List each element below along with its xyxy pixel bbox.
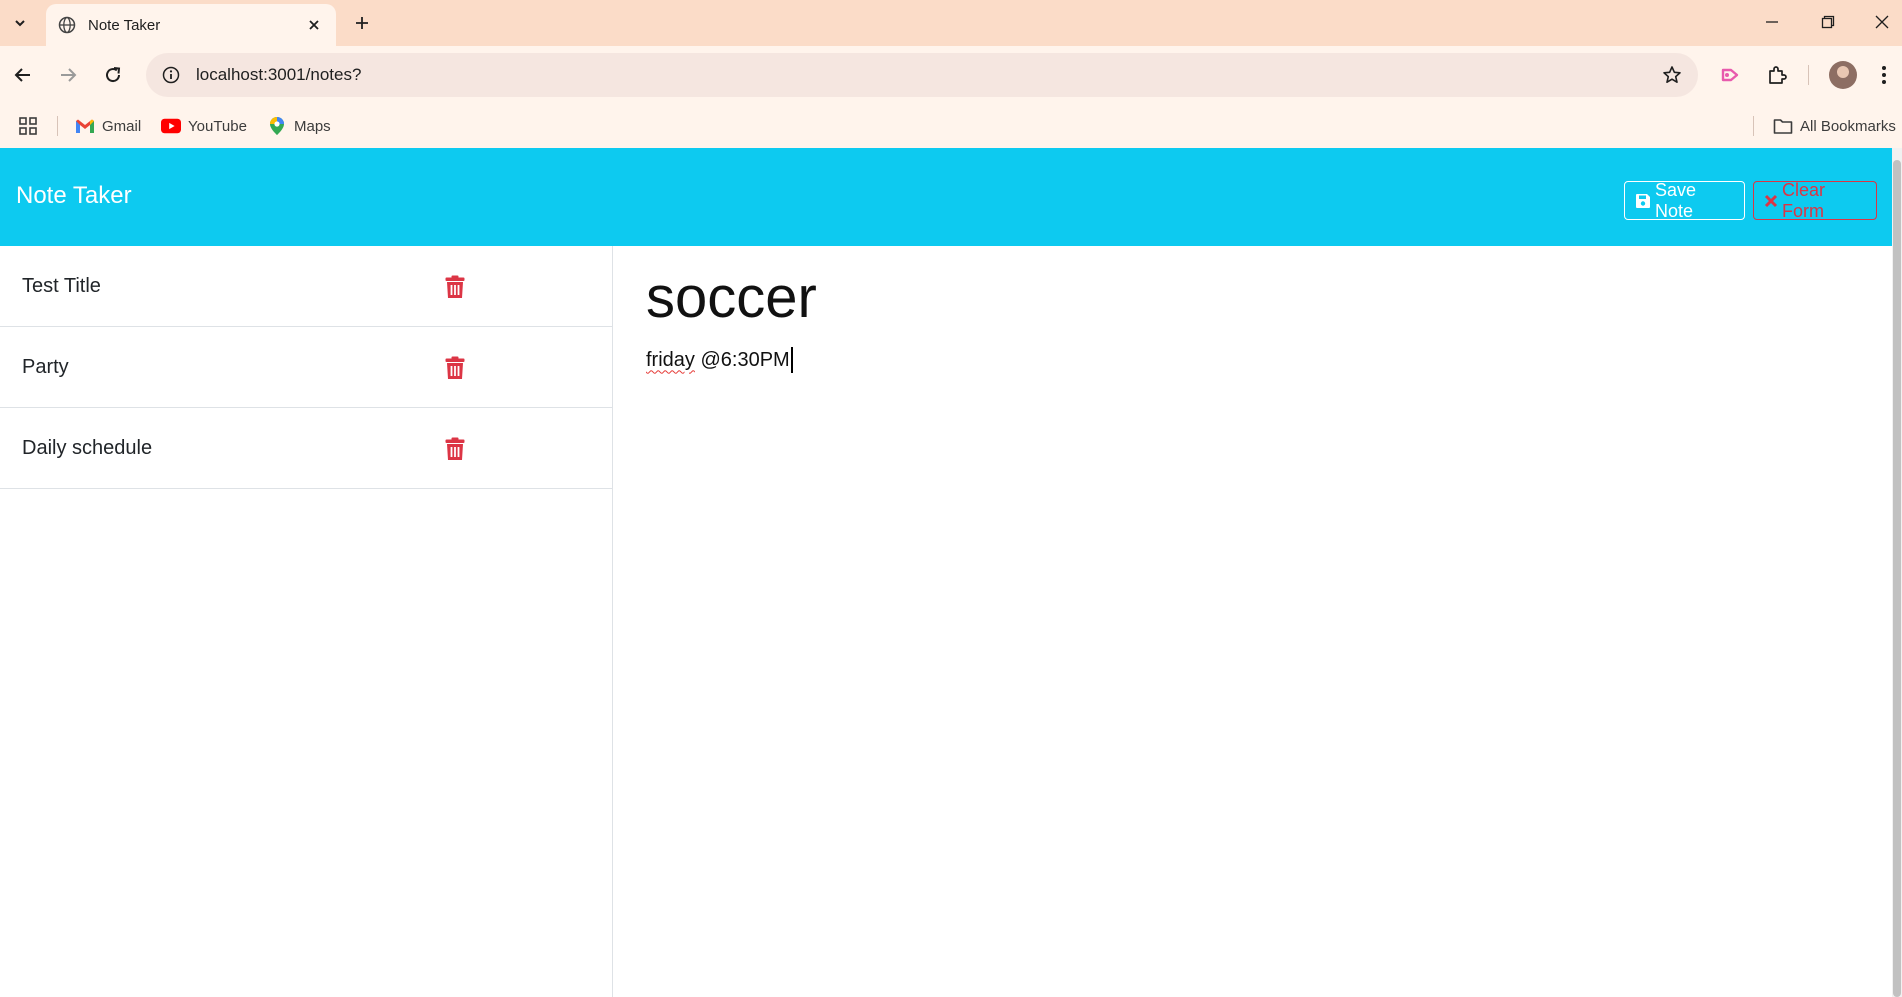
trash-icon[interactable]	[444, 436, 466, 462]
apps-grid-icon[interactable]	[18, 114, 38, 138]
address-bar[interactable]: localhost:3001/notes?	[146, 53, 1698, 97]
scrollbar-thumb[interactable]	[1893, 160, 1901, 997]
page-scrollbar[interactable]	[1892, 148, 1902, 997]
bookmarks-divider	[57, 116, 58, 136]
close-tab-icon[interactable]	[304, 15, 324, 35]
browser-tab[interactable]: Note Taker	[46, 4, 336, 46]
url-text[interactable]: localhost:3001/notes?	[196, 65, 1662, 85]
app-viewport: Note Taker Save Note Clear Form Test Tit…	[0, 148, 1892, 997]
site-info-icon[interactable]	[162, 66, 180, 84]
back-button[interactable]	[7, 59, 39, 91]
note-text-rest: @6:30PM	[700, 348, 790, 371]
extension-pink-icon[interactable]	[1714, 59, 1746, 91]
forward-button[interactable]	[52, 59, 84, 91]
x-icon	[1764, 194, 1778, 208]
bookmark-label: Gmail	[102, 117, 142, 135]
profile-avatar[interactable]	[1829, 61, 1857, 89]
tab-title: Note Taker	[88, 16, 161, 34]
save-icon	[1635, 193, 1651, 209]
trash-icon[interactable]	[444, 274, 466, 300]
minimize-icon	[1766, 21, 1778, 23]
reload-icon	[106, 67, 121, 83]
bookmark-maps[interactable]: Maps	[267, 114, 331, 138]
note-text-word: friday	[646, 348, 695, 371]
note-editor: soccer friday @6:30PM	[614, 246, 1892, 997]
bookmarks-divider	[1753, 116, 1754, 136]
arrow-left-icon	[14, 68, 30, 82]
bookmark-label: YouTube	[188, 117, 247, 135]
maps-icon	[267, 116, 287, 136]
chevron-down-icon	[15, 20, 25, 27]
toolbar-divider	[1808, 65, 1809, 85]
bookmark-label: Maps	[294, 117, 331, 135]
close-window-button[interactable]	[1862, 8, 1902, 36]
note-title: Daily schedule	[22, 436, 153, 459]
close-icon	[1875, 15, 1889, 29]
minimize-button[interactable]	[1752, 8, 1792, 36]
list-item[interactable]: Daily schedule	[0, 408, 612, 489]
reload-button[interactable]	[97, 59, 129, 91]
arrow-right-icon	[61, 68, 77, 82]
save-note-button[interactable]: Save Note	[1624, 179, 1745, 221]
globe-icon	[58, 16, 76, 34]
note-text-area[interactable]: friday @6:30PM	[646, 347, 793, 373]
note-list: Test Title Party Daily schedule	[0, 246, 613, 997]
note-title: Party	[22, 355, 69, 378]
list-item[interactable]: Party	[0, 327, 612, 408]
list-item[interactable]: Test Title	[0, 246, 612, 327]
clear-form-button[interactable]: Clear Form	[1753, 179, 1877, 221]
gmail-icon	[75, 116, 95, 136]
bookmark-gmail[interactable]: Gmail	[75, 114, 141, 138]
note-title-input[interactable]: soccer	[646, 264, 817, 331]
tab-search-button[interactable]	[6, 10, 34, 36]
folder-icon	[1773, 116, 1793, 136]
new-tab-button[interactable]	[348, 9, 376, 37]
youtube-icon	[161, 116, 181, 136]
all-bookmarks-button[interactable]: All Bookmarks	[1773, 114, 1896, 138]
browser-toolbar: localhost:3001/notes?	[0, 46, 1902, 104]
plus-icon	[356, 17, 368, 29]
note-title: Test Title	[22, 274, 101, 297]
bookmarks-bar: Gmail YouTube Maps All Bookmarks	[0, 104, 1902, 148]
clear-form-label: Clear Form	[1782, 179, 1826, 221]
trash-icon[interactable]	[444, 355, 466, 381]
navbar: Note Taker Save Note Clear Form	[0, 148, 1892, 246]
save-note-label: Save Note	[1655, 179, 1697, 221]
text-caret	[790, 347, 793, 373]
restore-icon	[1821, 15, 1835, 29]
tab-strip: Note Taker	[0, 0, 1902, 46]
star-icon[interactable]	[1662, 65, 1682, 85]
restore-button[interactable]	[1808, 8, 1848, 36]
extensions-icon[interactable]	[1761, 59, 1793, 91]
menu-kebab-icon[interactable]	[1872, 59, 1896, 91]
brand-title[interactable]: Note Taker	[16, 182, 132, 210]
bookmark-youtube[interactable]: YouTube	[161, 114, 247, 138]
all-bookmarks-label: All Bookmarks	[1800, 117, 1896, 135]
